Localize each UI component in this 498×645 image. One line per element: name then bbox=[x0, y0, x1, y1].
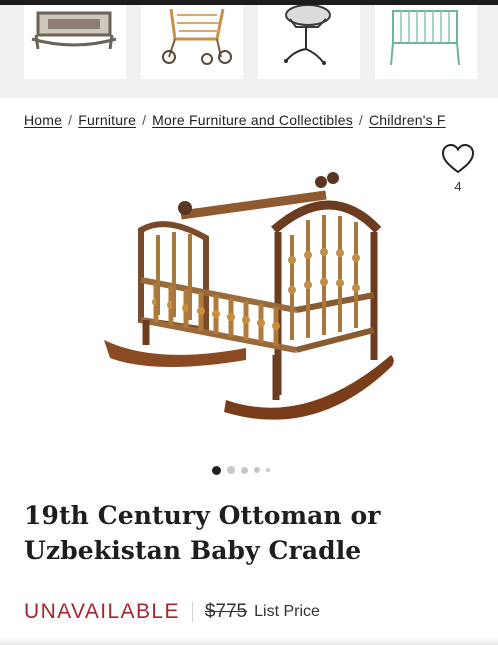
list-price-label: List Price bbox=[254, 603, 320, 620]
crib-thumbnail bbox=[390, 10, 460, 66]
breadcrumb-home[interactable]: Home bbox=[24, 112, 62, 128]
breadcrumb-separator: / bbox=[142, 112, 147, 128]
breadcrumb-childrens[interactable]: Children's F bbox=[369, 112, 446, 128]
breadcrumb: Home / Furniture / More Furniture and Collec… bbox=[24, 112, 498, 134]
stroller-thumbnail bbox=[162, 8, 232, 65]
divider bbox=[191, 602, 193, 622]
carousel-dot[interactable] bbox=[254, 467, 260, 473]
bassinet-thumbnail bbox=[284, 5, 331, 65]
related-item-bassinet[interactable] bbox=[258, 5, 360, 79]
breadcrumb-furniture[interactable]: Furniture bbox=[78, 112, 136, 128]
carousel-dot-active[interactable] bbox=[212, 465, 221, 475]
bottom-bar-shadow bbox=[0, 638, 498, 645]
breadcrumb-separator: / bbox=[68, 112, 73, 128]
product-title: 19th Century Ottoman or Uzbekistan Baby … bbox=[24, 501, 381, 565]
favorite-count: 4 bbox=[454, 179, 462, 194]
related-item-cradle[interactable] bbox=[24, 5, 126, 79]
related-item-crib[interactable] bbox=[375, 5, 477, 79]
breadcrumb-more-furniture[interactable]: More Furniture and Collectibles bbox=[152, 112, 353, 128]
related-item-stroller[interactable] bbox=[141, 5, 243, 79]
price-row: UNAVAILABLE $775 List Price bbox=[24, 597, 320, 627]
related-items-strip bbox=[0, 0, 498, 98]
product-photo bbox=[104, 172, 394, 420]
carousel-dots bbox=[212, 465, 270, 475]
cradle-thumbnail bbox=[31, 11, 117, 50]
product-image[interactable] bbox=[96, 160, 406, 445]
list-price: $775 bbox=[204, 601, 248, 622]
favorite-button[interactable]: 4 bbox=[438, 143, 478, 199]
carousel-dot[interactable] bbox=[241, 466, 248, 474]
carousel-dot[interactable] bbox=[227, 466, 235, 474]
carousel-dot[interactable] bbox=[266, 468, 270, 472]
breadcrumb-separator: / bbox=[358, 112, 363, 128]
heart-icon bbox=[441, 143, 475, 174]
availability-status: UNAVAILABLE bbox=[24, 600, 180, 623]
